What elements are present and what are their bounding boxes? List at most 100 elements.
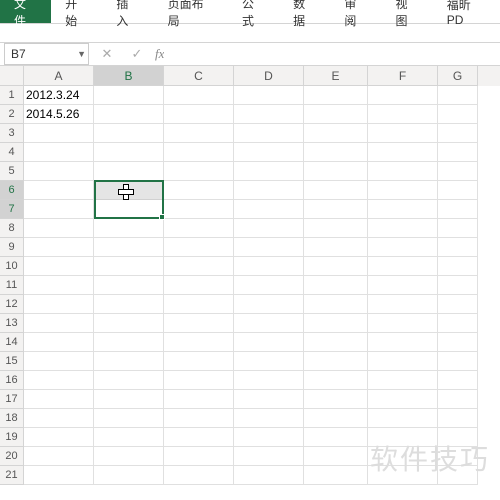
cell-E18[interactable] xyxy=(304,409,368,428)
cell-B5[interactable] xyxy=(94,162,164,181)
cell-D16[interactable] xyxy=(234,371,304,390)
cell-F4[interactable] xyxy=(368,143,438,162)
cell-A9[interactable] xyxy=(24,238,94,257)
cell-B14[interactable] xyxy=(94,333,164,352)
cell-B2[interactable] xyxy=(94,105,164,124)
chevron-down-icon[interactable]: ▼ xyxy=(77,49,86,59)
cell-F1[interactable] xyxy=(368,86,438,105)
cell-G19[interactable] xyxy=(438,428,478,447)
cell-F15[interactable] xyxy=(368,352,438,371)
row-header[interactable]: 16 xyxy=(0,371,24,390)
formula-input[interactable] xyxy=(164,43,500,65)
cell-C11[interactable] xyxy=(164,276,234,295)
tab-data[interactable]: 数据 xyxy=(279,0,330,23)
cell-G4[interactable] xyxy=(438,143,478,162)
cell-F8[interactable] xyxy=(368,219,438,238)
row-header[interactable]: 19 xyxy=(0,428,24,447)
cell-D5[interactable] xyxy=(234,162,304,181)
cell-G15[interactable] xyxy=(438,352,478,371)
cell-E7[interactable] xyxy=(304,200,368,219)
cell-E12[interactable] xyxy=(304,295,368,314)
row-header[interactable]: 18 xyxy=(0,409,24,428)
cell-B20[interactable] xyxy=(94,447,164,466)
cell-A19[interactable] xyxy=(24,428,94,447)
cell-D13[interactable] xyxy=(234,314,304,333)
cell-G3[interactable] xyxy=(438,124,478,143)
cell-G17[interactable] xyxy=(438,390,478,409)
cell-D3[interactable] xyxy=(234,124,304,143)
cell-G11[interactable] xyxy=(438,276,478,295)
cell-G13[interactable] xyxy=(438,314,478,333)
cell-A15[interactable] xyxy=(24,352,94,371)
cell-B17[interactable] xyxy=(94,390,164,409)
tab-formulas[interactable]: 公式 xyxy=(228,0,279,23)
cell-B11[interactable] xyxy=(94,276,164,295)
cell-E9[interactable] xyxy=(304,238,368,257)
cell-A5[interactable] xyxy=(24,162,94,181)
cell-E15[interactable] xyxy=(304,352,368,371)
cell-E19[interactable] xyxy=(304,428,368,447)
row-header[interactable]: 1 xyxy=(0,86,24,105)
cell-F5[interactable] xyxy=(368,162,438,181)
cell-A3[interactable] xyxy=(24,124,94,143)
cell-G1[interactable] xyxy=(438,86,478,105)
cell-C2[interactable] xyxy=(164,105,234,124)
row-header[interactable]: 7 xyxy=(0,200,24,219)
cell-F18[interactable] xyxy=(368,409,438,428)
cell-B9[interactable] xyxy=(94,238,164,257)
cell-D2[interactable] xyxy=(234,105,304,124)
cell-C5[interactable] xyxy=(164,162,234,181)
cell-A14[interactable] xyxy=(24,333,94,352)
cell-B18[interactable] xyxy=(94,409,164,428)
cell-C16[interactable] xyxy=(164,371,234,390)
cell-D8[interactable] xyxy=(234,219,304,238)
cell-G16[interactable] xyxy=(438,371,478,390)
cell-D20[interactable] xyxy=(234,447,304,466)
row-header[interactable]: 3 xyxy=(0,124,24,143)
cell-F12[interactable] xyxy=(368,295,438,314)
cell-C3[interactable] xyxy=(164,124,234,143)
cell-E16[interactable] xyxy=(304,371,368,390)
col-header-f[interactable]: F xyxy=(368,66,438,86)
cell-F14[interactable] xyxy=(368,333,438,352)
col-header-d[interactable]: D xyxy=(234,66,304,86)
row-header[interactable]: 11 xyxy=(0,276,24,295)
row-header[interactable]: 13 xyxy=(0,314,24,333)
cell-C10[interactable] xyxy=(164,257,234,276)
cell-C18[interactable] xyxy=(164,409,234,428)
cell-G7[interactable] xyxy=(438,200,478,219)
cell-C13[interactable] xyxy=(164,314,234,333)
cell-E8[interactable] xyxy=(304,219,368,238)
tab-home[interactable]: 开始 xyxy=(51,0,102,23)
row-header[interactable]: 20 xyxy=(0,447,24,466)
cell-A13[interactable] xyxy=(24,314,94,333)
cell-D15[interactable] xyxy=(234,352,304,371)
cell-B6[interactable] xyxy=(94,181,164,200)
cell-C1[interactable] xyxy=(164,86,234,105)
select-all-corner[interactable] xyxy=(0,66,24,86)
cell-C17[interactable] xyxy=(164,390,234,409)
cell-C4[interactable] xyxy=(164,143,234,162)
cell-G5[interactable] xyxy=(438,162,478,181)
cell-E5[interactable] xyxy=(304,162,368,181)
cell-B3[interactable] xyxy=(94,124,164,143)
cell-A4[interactable] xyxy=(24,143,94,162)
cell-E6[interactable] xyxy=(304,181,368,200)
tab-view[interactable]: 视图 xyxy=(382,0,433,23)
cell-E14[interactable] xyxy=(304,333,368,352)
cell-F20[interactable] xyxy=(368,447,438,466)
cell-G2[interactable] xyxy=(438,105,478,124)
col-header-g[interactable]: G xyxy=(438,66,478,86)
cell-E1[interactable] xyxy=(304,86,368,105)
row-header[interactable]: 21 xyxy=(0,466,24,485)
cell-E11[interactable] xyxy=(304,276,368,295)
row-header[interactable]: 15 xyxy=(0,352,24,371)
spreadsheet-grid[interactable]: A B C D E F G 12012.3.2422014.5.26345678… xyxy=(0,66,500,485)
cell-D10[interactable] xyxy=(234,257,304,276)
cell-F2[interactable] xyxy=(368,105,438,124)
cell-A16[interactable] xyxy=(24,371,94,390)
cell-D17[interactable] xyxy=(234,390,304,409)
cell-E21[interactable] xyxy=(304,466,368,485)
cell-B19[interactable] xyxy=(94,428,164,447)
cell-E2[interactable] xyxy=(304,105,368,124)
